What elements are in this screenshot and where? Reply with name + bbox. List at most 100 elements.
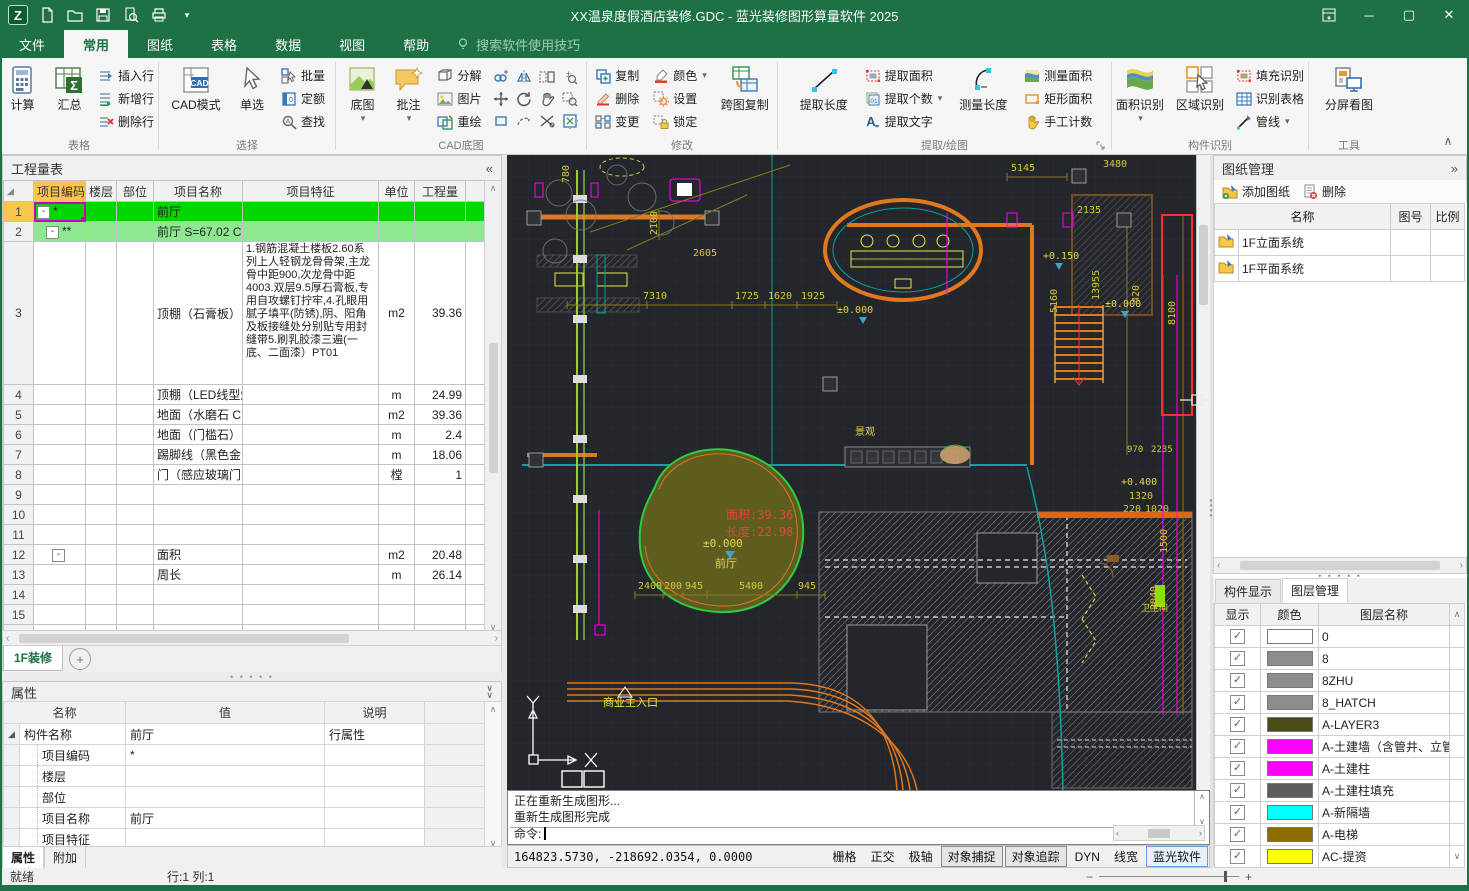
viewport-icon[interactable] <box>536 66 558 87</box>
corner-header[interactable]: ◢ <box>4 181 34 202</box>
zoom-extents-icon[interactable] <box>559 110 581 131</box>
zoom-slider[interactable]: − + <box>1086 870 1252 884</box>
layer-row[interactable]: ✓A-新隔墙 <box>1215 802 1465 824</box>
command-hscrollbar[interactable]: ‹› <box>1113 825 1205 841</box>
table-row[interactable]: 6地面（门槛石）m2.4 <box>4 425 486 445</box>
change-button[interactable]: 变更 <box>591 111 643 132</box>
table-row[interactable]: 9 <box>4 485 486 505</box>
toggle-brand[interactable]: 蓝光软件 <box>1146 846 1208 867</box>
annotate-button[interactable]: 批注▾ <box>387 61 429 137</box>
menu-tab-drawing[interactable]: 图纸 <box>128 30 192 58</box>
tab-properties[interactable]: 属性 <box>2 847 44 869</box>
extract-text-button[interactable]: A提取文字 <box>861 111 947 132</box>
prop-row[interactable]: 项目名称前厅 <box>4 808 487 829</box>
region-recognize-button[interactable]: 区域识别 <box>1172 61 1228 137</box>
layer-visible-checkbox[interactable]: ✓ <box>1230 629 1245 644</box>
cad-mode-button[interactable]: CAD CAD模式 <box>165 61 227 137</box>
prop-row[interactable]: 楼层 <box>4 766 487 787</box>
close-button[interactable]: ✕ <box>1429 0 1469 30</box>
layer-row[interactable]: ✓8ZHU <box>1215 670 1465 692</box>
col-header-floor[interactable]: 楼层 <box>86 181 117 202</box>
layer-color-swatch[interactable] <box>1267 783 1313 798</box>
menu-tab-home[interactable]: 常用 <box>64 30 128 58</box>
collapse-ribbon-button[interactable]: ∧ <box>1437 132 1459 150</box>
layer-visible-checkbox[interactable]: ✓ <box>1230 761 1245 776</box>
add-sheet-button[interactable]: + <box>69 648 91 670</box>
layer-row[interactable]: ✓8 <box>1215 648 1465 670</box>
base-map-button[interactable]: 底图▾ <box>341 61 383 137</box>
col-header-part[interactable]: 部位 <box>117 181 154 202</box>
code-cell[interactable]: -* <box>34 202 86 222</box>
toggle-grid[interactable]: 栅格 <box>827 847 863 866</box>
table-row[interactable]: 14 <box>4 585 486 605</box>
break-icon[interactable] <box>536 110 558 131</box>
settings-button[interactable]: 设置 <box>649 88 711 109</box>
rectangle-icon[interactable] <box>490 110 512 131</box>
tab-additional[interactable]: 附加 <box>44 847 86 869</box>
search-tips[interactable]: 搜索软件使用技巧 <box>456 30 580 58</box>
table-row[interactable]: 7踢脚线（黑色金m18.06 <box>4 445 486 465</box>
prop-row[interactable]: 部位 <box>4 787 487 808</box>
layer-visible-checkbox[interactable]: ✓ <box>1230 651 1245 666</box>
layer-color-swatch[interactable] <box>1267 629 1313 644</box>
layer-color-swatch[interactable] <box>1267 827 1313 842</box>
fill-recognize-button[interactable]: 填充识别 <box>1232 65 1308 86</box>
summary-button[interactable]: Σ 汇总 <box>47 61 92 137</box>
delete-row-button[interactable]: 删除行 <box>94 111 158 132</box>
arc-icon[interactable] <box>513 110 535 131</box>
add-sheet-drawing-button[interactable]: 添加图纸 <box>1218 182 1294 201</box>
properties-vscrollbar[interactable]: ∧∨ <box>484 701 502 852</box>
qat-customize-icon[interactable]: ▾ <box>178 6 196 24</box>
expand-panel-icon[interactable]: » <box>1451 161 1458 176</box>
redraw-button[interactable]: 重绘 <box>433 111 485 132</box>
layer-color-swatch[interactable] <box>1267 761 1313 776</box>
color-button[interactable]: 颜色▾ <box>649 65 711 86</box>
extract-count-button[interactable]: 01提取个数▾ <box>861 88 947 109</box>
table-row[interactable]: 12 - 面积 m220.48 <box>4 545 486 565</box>
print-preview-icon[interactable] <box>122 6 140 24</box>
collapse-properties-icon[interactable]: ∨∨ <box>486 685 493 699</box>
prop-row[interactable]: ◢构件名称前厅行属性 <box>4 724 487 745</box>
collapse-icon[interactable]: - <box>37 206 50 219</box>
sheet-row[interactable]: 1F立面系统 <box>1215 230 1465 256</box>
maximize-button[interactable]: ▢ <box>1389 0 1429 30</box>
layer-visible-checkbox[interactable]: ✓ <box>1230 717 1245 732</box>
table-row[interactable]: 2 -** 前厅 S=67.02 C <box>4 222 486 242</box>
delete-sheet-button[interactable]: 删除 <box>1298 182 1350 201</box>
col-header-code[interactable]: 项目编码 <box>34 181 86 202</box>
print-icon[interactable] <box>150 6 168 24</box>
layer-color-swatch[interactable] <box>1267 805 1313 820</box>
sheet-row[interactable]: 1F平面系统 <box>1215 256 1465 282</box>
table-row[interactable]: 3 顶棚（石膏板） 1.钢筋混凝土楼板2.60系列上人轻钢龙骨骨架,主龙骨中距9… <box>4 242 486 385</box>
dialog-launcher-icon[interactable] <box>1096 140 1108 152</box>
layer-row[interactable]: ✓0 <box>1215 626 1465 648</box>
manual-count-button[interactable]: 手工计数 <box>1020 111 1096 132</box>
prop-row[interactable]: 项目特征 <box>4 829 487 847</box>
tab-layer-manager[interactable]: 图层管理 <box>1282 578 1348 603</box>
layer-visible-checkbox[interactable]: ✓ <box>1230 805 1245 820</box>
toggle-dyn[interactable]: DYN <box>1069 849 1106 865</box>
table-recognize-button[interactable]: 识别表格 <box>1232 88 1308 109</box>
layer-visible-checkbox[interactable]: ✓ <box>1230 849 1245 864</box>
layer-row[interactable]: ✓A-土建墙（含管井、立管） <box>1215 736 1465 758</box>
extract-length-button[interactable]: 提取长度 <box>793 61 855 137</box>
insert-row-button[interactable]: 插入行 <box>94 65 158 86</box>
layer-color-swatch[interactable] <box>1267 651 1313 666</box>
group-icon[interactable] <box>490 66 512 87</box>
layer-color-swatch[interactable] <box>1267 673 1313 688</box>
lock-button[interactable]: 锁定 <box>649 111 711 132</box>
sheet-tab-1f[interactable]: 1F装修 <box>3 646 63 671</box>
table-row[interactable]: 5地面（水磨石 Cm239.36 <box>4 405 486 425</box>
table-row[interactable]: 4顶棚（LED线型灯m24.99 <box>4 385 486 405</box>
pan-icon[interactable] <box>536 88 558 109</box>
table-row[interactable]: 1 -* 前厅 <box>4 202 486 222</box>
layer-visible-checkbox[interactable]: ✓ <box>1230 783 1245 798</box>
split-view-button[interactable]: 分屏看图 <box>1319 61 1379 137</box>
toggle-osnap[interactable]: 对象捕捉 <box>941 846 1003 867</box>
menu-tab-help[interactable]: 帮助 <box>384 30 448 58</box>
zoom-slider-thumb[interactable] <box>1224 871 1227 882</box>
panel-splitter[interactable]: • • • • • <box>2 672 502 681</box>
menu-tab-view[interactable]: 视图 <box>320 30 384 58</box>
col-header-unit[interactable]: 单位 <box>379 181 415 202</box>
quantity-vscrollbar[interactable]: ∧∨ <box>484 180 502 636</box>
